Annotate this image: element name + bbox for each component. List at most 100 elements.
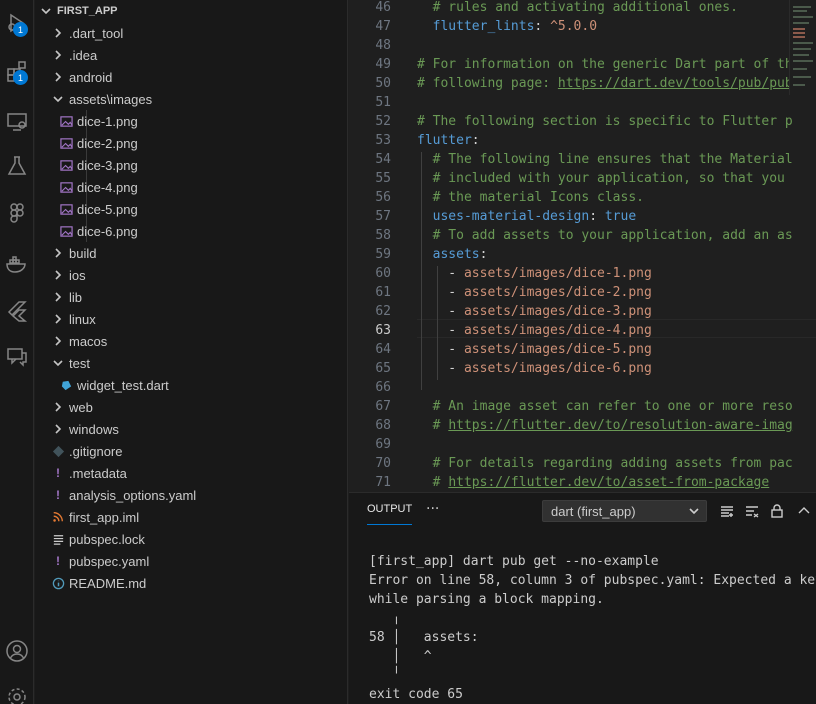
file-item[interactable]: first_app.iml (35, 506, 348, 528)
filter-list-icon[interactable] (717, 501, 737, 521)
line-number: 67 (375, 399, 391, 414)
chevron-right-icon (51, 70, 65, 84)
remote-explorer-icon[interactable] (0, 105, 34, 139)
comments-icon[interactable] (0, 340, 34, 374)
extensions-badge: 1 (13, 70, 28, 85)
line-text: # For information on the generic Dart pa… (417, 57, 793, 72)
code-line: 50 # following page: https://dart.dev/too… (349, 74, 816, 93)
more-actions-icon[interactable]: ··· (426, 501, 439, 517)
tree-item-label: windows (69, 421, 119, 437)
line-text: uses-material-design: true (417, 209, 637, 224)
code-line: 55 # included with your application, so … (349, 169, 816, 188)
code-line: 65 - assets/images/dice-6.png (349, 359, 816, 378)
line-number: 58 (375, 228, 391, 243)
folder-item[interactable]: ios (35, 264, 348, 286)
output-channel-label: dart (first_app) (551, 503, 636, 519)
flutter-icon[interactable] (0, 294, 34, 328)
code-line: 47 flutter_lints: ^5.0.0 (349, 17, 816, 36)
yaml-exclamation-icon: ! (56, 488, 60, 502)
file-item[interactable]: dice-2.png (35, 132, 348, 154)
tree-item-label: dice-1.png (77, 113, 138, 129)
tree-item-label: test (69, 355, 90, 371)
clear-output-icon[interactable] (742, 501, 762, 521)
tab-output[interactable]: OUTPUT (367, 503, 413, 525)
output-line: 58 │ assets: (369, 630, 479, 645)
line-text: # To add assets to your application, add… (417, 228, 793, 243)
line-text: # included with your application, so tha… (417, 171, 785, 186)
tree-item-label: dice-2.png (77, 135, 138, 151)
chevron-right-icon (51, 26, 65, 40)
folder-item[interactable]: test (35, 352, 348, 374)
code-line: 67 # An image asset can refer to one or … (349, 397, 816, 416)
code-line: 59 assets: (349, 245, 816, 264)
line-text: # the material Icons class. (417, 190, 644, 205)
extensions-icon[interactable]: 1 (0, 54, 34, 88)
tree-item-label: assets\images (69, 91, 153, 107)
line-text: # An image asset can refer to one or mor… (417, 399, 793, 414)
code-line: 69 (349, 435, 816, 454)
chevron-down-icon (688, 505, 700, 520)
lock-scroll-icon[interactable] (767, 501, 787, 521)
file-item[interactable]: ! analysis_options.yaml (35, 484, 348, 506)
folder-item[interactable]: .idea (35, 44, 348, 66)
line-text: flutter: (417, 133, 480, 148)
line-text: - assets/images/dice-1.png (417, 266, 652, 281)
testing-icon[interactable] (0, 149, 34, 183)
chevron-right-icon (51, 334, 65, 348)
docker-icon[interactable] (0, 247, 34, 281)
file-item[interactable]: dice-1.png (35, 110, 348, 132)
file-item[interactable]: dice-5.png (35, 198, 348, 220)
output-panel: OUTPUT ··· dart (first_app) [first_app] … (349, 492, 816, 704)
folder-item[interactable]: .dart_tool (35, 22, 348, 44)
file-item[interactable]: ! pubspec.yaml (35, 550, 348, 572)
folder-item[interactable]: linux (35, 308, 348, 330)
line-text: # https://flutter.dev/to/resolution-awar… (417, 418, 793, 433)
file-item[interactable]: pubspec.lock (35, 528, 348, 550)
folder-item[interactable]: build (35, 242, 348, 264)
file-item[interactable]: dice-6.png (35, 220, 348, 242)
line-number: 57 (375, 209, 391, 224)
chevron-right-icon (51, 400, 65, 414)
file-item[interactable]: README.md (35, 572, 348, 594)
output-line: exit code 65 (369, 687, 463, 702)
chevron-right-icon (51, 268, 65, 282)
file-item[interactable]: .gitignore (35, 440, 348, 462)
run-debug-icon[interactable]: 1 (0, 6, 34, 40)
code-line: 61 - assets/images/dice-2.png (349, 283, 816, 302)
line-number: 51 (375, 95, 391, 110)
line-number: 65 (375, 361, 391, 376)
output-channel-select[interactable]: dart (first_app) (542, 500, 707, 522)
explorer-root[interactable]: FIRST_APP (35, 0, 348, 22)
folder-item[interactable]: macos (35, 330, 348, 352)
output-line: Error on line 58, column 3 of pubspec.ya… (369, 573, 816, 588)
folder-item[interactable]: web (35, 396, 348, 418)
folder-item[interactable]: lib (35, 286, 348, 308)
line-number: 60 (375, 266, 391, 281)
figma-icon[interactable] (0, 196, 34, 230)
line-number: 47 (375, 19, 391, 34)
dart-file-icon (59, 378, 73, 392)
image-file-icon (59, 180, 73, 194)
chevron-up-icon[interactable] (794, 501, 814, 521)
code-line: 60 - assets/images/dice-1.png (349, 264, 816, 283)
tree-item-label: first_app.iml (69, 509, 140, 525)
folder-item[interactable]: android (35, 66, 348, 88)
line-text: # The following section is specific to F… (417, 114, 793, 129)
output-line: [first_app] dart pub get --no-example (369, 554, 659, 569)
file-item[interactable]: dice-4.png (35, 176, 348, 198)
settings-gear-icon[interactable] (0, 680, 34, 704)
yaml-exclamation-icon: ! (56, 554, 60, 568)
tree-item-label: .dart_tool (69, 25, 124, 41)
output-line: │ ^ (369, 649, 432, 664)
folder-item[interactable]: windows (35, 418, 348, 440)
line-number: 55 (375, 171, 391, 186)
file-item[interactable]: widget_test.dart (35, 374, 348, 396)
editor[interactable]: 46 # rules and activating additional one… (349, 0, 816, 492)
code-line: 48 (349, 36, 816, 55)
file-item[interactable]: dice-3.png (35, 154, 348, 176)
folder-item[interactable]: assets\images (35, 88, 348, 110)
code-line: 66 (349, 378, 816, 397)
minimap[interactable] (789, 0, 816, 95)
file-item[interactable]: ! .metadata (35, 462, 348, 484)
account-icon[interactable] (0, 634, 34, 668)
